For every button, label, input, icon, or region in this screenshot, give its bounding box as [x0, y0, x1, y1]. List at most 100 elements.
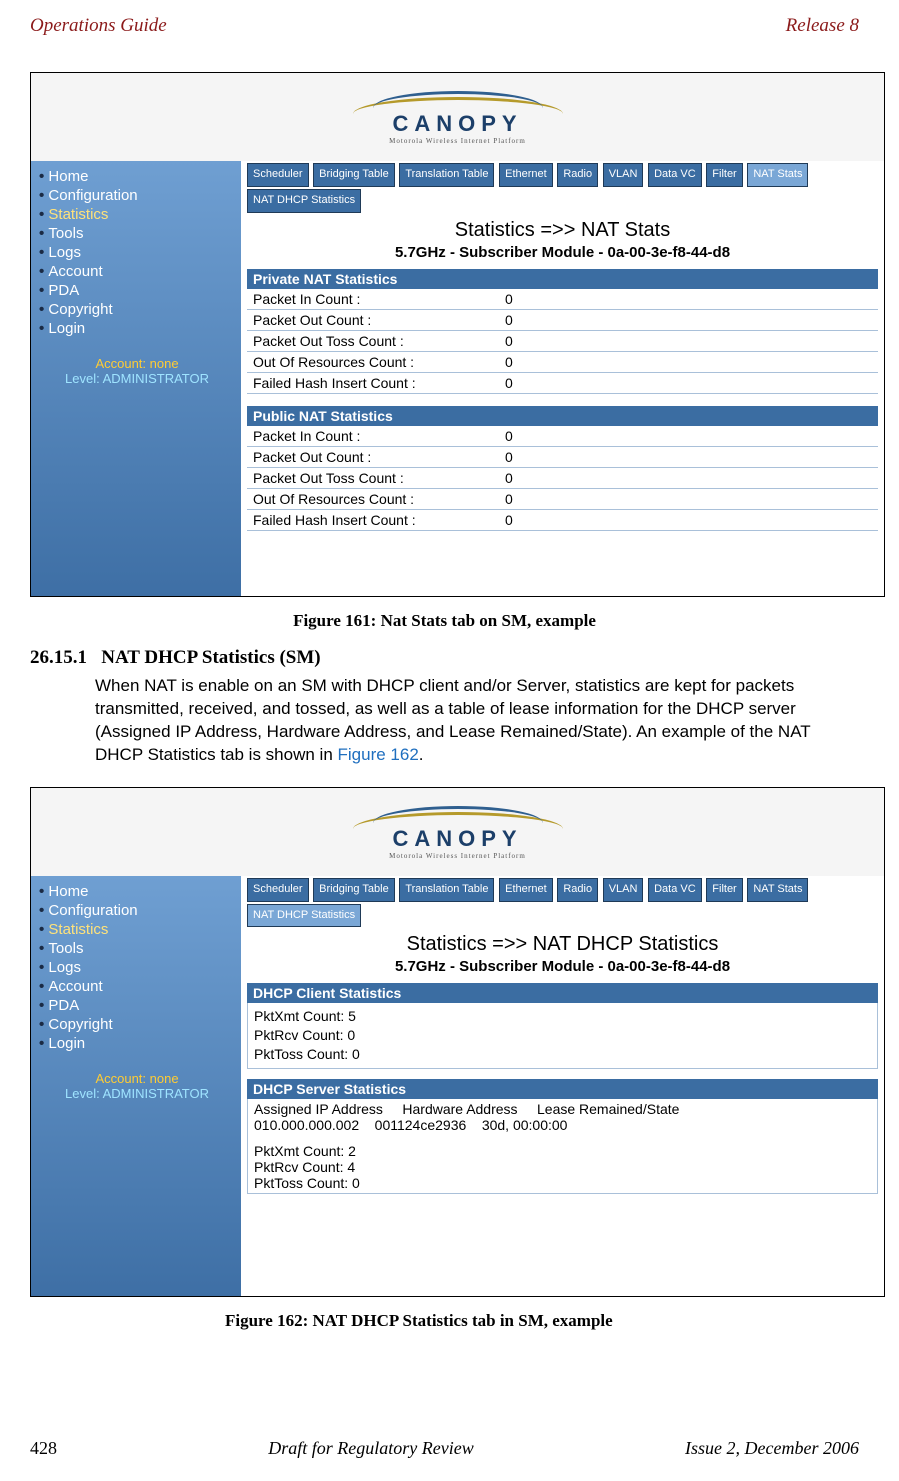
public-nat-header: Public NAT Statistics [247, 406, 878, 426]
account-line1: Account: none [39, 356, 235, 371]
tab-data-vc[interactable]: Data VC [648, 163, 702, 187]
footer-center: Draft for Regulatory Review [268, 1438, 473, 1459]
nav-item-home[interactable]: Home [39, 167, 235, 186]
nav-item-logs[interactable]: Logs [39, 958, 235, 977]
table-row: Out Of Resources Count :0 [247, 488, 878, 509]
tab-filter[interactable]: Filter [706, 163, 742, 187]
tab-scheduler[interactable]: Scheduler [247, 163, 309, 187]
stat-value: 0 [499, 289, 878, 310]
stat-line: PktToss Count: 0 [254, 1045, 871, 1064]
private-nat-header: Private NAT Statistics [247, 269, 878, 289]
stat-value: 0 [499, 426, 878, 447]
account-status: Account: none Level: ADMINISTRATOR [39, 1071, 235, 1101]
logo-subtext: Motorola Wireless Internet Platform [353, 137, 563, 145]
tab-radio[interactable]: Radio [557, 878, 598, 902]
tab-translation-table[interactable]: Translation Table [399, 163, 494, 187]
stat-label: Out Of Resources Count : [247, 351, 499, 372]
table-row: Failed Hash Insert Count :0 [247, 372, 878, 393]
nav-item-statistics[interactable]: Statistics [39, 920, 235, 939]
stat-value: 0 [499, 488, 878, 509]
header-left: Operations Guide [30, 15, 167, 37]
account-status: Account: none Level: ADMINISTRATOR [39, 356, 235, 386]
stat-line: PktXmt Count: 2 [254, 1143, 871, 1159]
nav-item-statistics[interactable]: Statistics [39, 205, 235, 224]
body-pre: When NAT is enable on an SM with DHCP cl… [95, 676, 810, 764]
tab-vlan[interactable]: VLAN [603, 878, 644, 902]
tab-bridging-table[interactable]: Bridging Table [313, 878, 395, 902]
tab-nat-dhcp-statistics[interactable]: NAT DHCP Statistics [247, 904, 361, 928]
tab-radio[interactable]: Radio [557, 163, 598, 187]
tab-nat-stats[interactable]: NAT Stats [747, 878, 808, 902]
nav-item-account[interactable]: Account [39, 977, 235, 996]
nav-item-pda[interactable]: PDA [39, 996, 235, 1015]
private-nat-table: Packet In Count :0 Packet Out Count :0 P… [247, 289, 878, 394]
body-post: . [419, 745, 424, 764]
nav-item-login[interactable]: Login [39, 1034, 235, 1053]
tab-bridging-table[interactable]: Bridging Table [313, 163, 395, 187]
stat-value: 0 [499, 309, 878, 330]
nav-item-tools[interactable]: Tools [39, 939, 235, 958]
figure-162-caption: Figure 162: NAT DHCP Statistics tab in S… [225, 1311, 859, 1331]
stat-line: PktRcv Count: 4 [254, 1159, 871, 1175]
table-row: Packet Out Count :0 [247, 309, 878, 330]
nav-item-login[interactable]: Login [39, 319, 235, 338]
tab-nat-stats[interactable]: NAT Stats [747, 163, 808, 187]
main-panel: Scheduler Bridging Table Translation Tab… [241, 876, 884, 1296]
nav-item-copyright[interactable]: Copyright [39, 300, 235, 319]
stat-label: Packet Out Count : [247, 309, 499, 330]
stat-label: Failed Hash Insert Count : [247, 372, 499, 393]
main-panel: Scheduler Bridging Table Translation Tab… [241, 161, 884, 596]
public-nat-table: Packet In Count :0 Packet Out Count :0 P… [247, 426, 878, 531]
figure-162-link[interactable]: Figure 162 [338, 745, 419, 764]
stat-label: Packet In Count : [247, 289, 499, 310]
stat-label: Packet Out Count : [247, 446, 499, 467]
panel-title: Statistics =>> NAT DHCP Statistics [247, 933, 878, 956]
tab-row: Scheduler Bridging Table Translation Tab… [247, 876, 878, 928]
dhcp-data-row: 010.000.000.002 001124ce2936 30d, 00:00:… [254, 1117, 871, 1133]
nav-list: Home Configuration Statistics Tools Logs… [39, 167, 235, 338]
tab-translation-table[interactable]: Translation Table [399, 878, 494, 902]
nav-item-tools[interactable]: Tools [39, 224, 235, 243]
stat-label: Packet In Count : [247, 426, 499, 447]
account-line2: Level: ADMINISTRATOR [39, 1086, 235, 1101]
stat-line: PktToss Count: 0 [254, 1175, 871, 1191]
panel-subtitle: 5.7GHz - Subscriber Module - 0a-00-3e-f8… [247, 244, 878, 261]
section-title: NAT DHCP Statistics (SM) [101, 647, 320, 668]
section-number: 26.15.1 [30, 647, 87, 668]
dhcp-columns: Assigned IP Address Hardware Address Lea… [254, 1101, 871, 1117]
nav-sidebar: Home Configuration Statistics Tools Logs… [31, 161, 241, 596]
tab-scheduler[interactable]: Scheduler [247, 878, 309, 902]
nav-sidebar: Home Configuration Statistics Tools Logs… [31, 876, 241, 1296]
figure-161-caption: Figure 161: Nat Stats tab on SM, example [30, 611, 859, 631]
nav-list: Home Configuration Statistics Tools Logs… [39, 882, 235, 1053]
logo-text: CANOPY [353, 111, 563, 137]
dhcp-client-header: DHCP Client Statistics [247, 983, 878, 1003]
table-row: Packet In Count :0 [247, 289, 878, 310]
nav-item-logs[interactable]: Logs [39, 243, 235, 262]
page-header: Operations Guide Release 8 [30, 15, 859, 37]
nav-item-configuration[interactable]: Configuration [39, 186, 235, 205]
header-right: Release 8 [786, 15, 859, 37]
dhcp-server-header: DHCP Server Statistics [247, 1079, 878, 1099]
tab-ethernet[interactable]: Ethernet [499, 878, 553, 902]
page-footer: 428 Draft for Regulatory Review Issue 2,… [30, 1438, 859, 1459]
stat-value: 0 [499, 372, 878, 393]
logo-swoosh-icon [353, 81, 563, 111]
tab-data-vc[interactable]: Data VC [648, 878, 702, 902]
nav-item-home[interactable]: Home [39, 882, 235, 901]
tab-filter[interactable]: Filter [706, 878, 742, 902]
nav-item-copyright[interactable]: Copyright [39, 1015, 235, 1034]
nav-item-configuration[interactable]: Configuration [39, 901, 235, 920]
tab-nat-dhcp-statistics[interactable]: NAT DHCP Statistics [247, 189, 361, 213]
table-row: Out Of Resources Count :0 [247, 351, 878, 372]
nav-item-pda[interactable]: PDA [39, 281, 235, 300]
figure-161-image: CANOPY Motorola Wireless Internet Platfo… [30, 72, 885, 597]
tab-ethernet[interactable]: Ethernet [499, 163, 553, 187]
dhcp-server-block: Assigned IP Address Hardware Address Lea… [247, 1099, 878, 1194]
table-row: Packet Out Toss Count :0 [247, 467, 878, 488]
panel-subtitle: 5.7GHz - Subscriber Module - 0a-00-3e-f8… [247, 958, 878, 975]
table-row: Packet Out Count :0 [247, 446, 878, 467]
stat-label: Failed Hash Insert Count : [247, 509, 499, 530]
nav-item-account[interactable]: Account [39, 262, 235, 281]
tab-vlan[interactable]: VLAN [603, 163, 644, 187]
